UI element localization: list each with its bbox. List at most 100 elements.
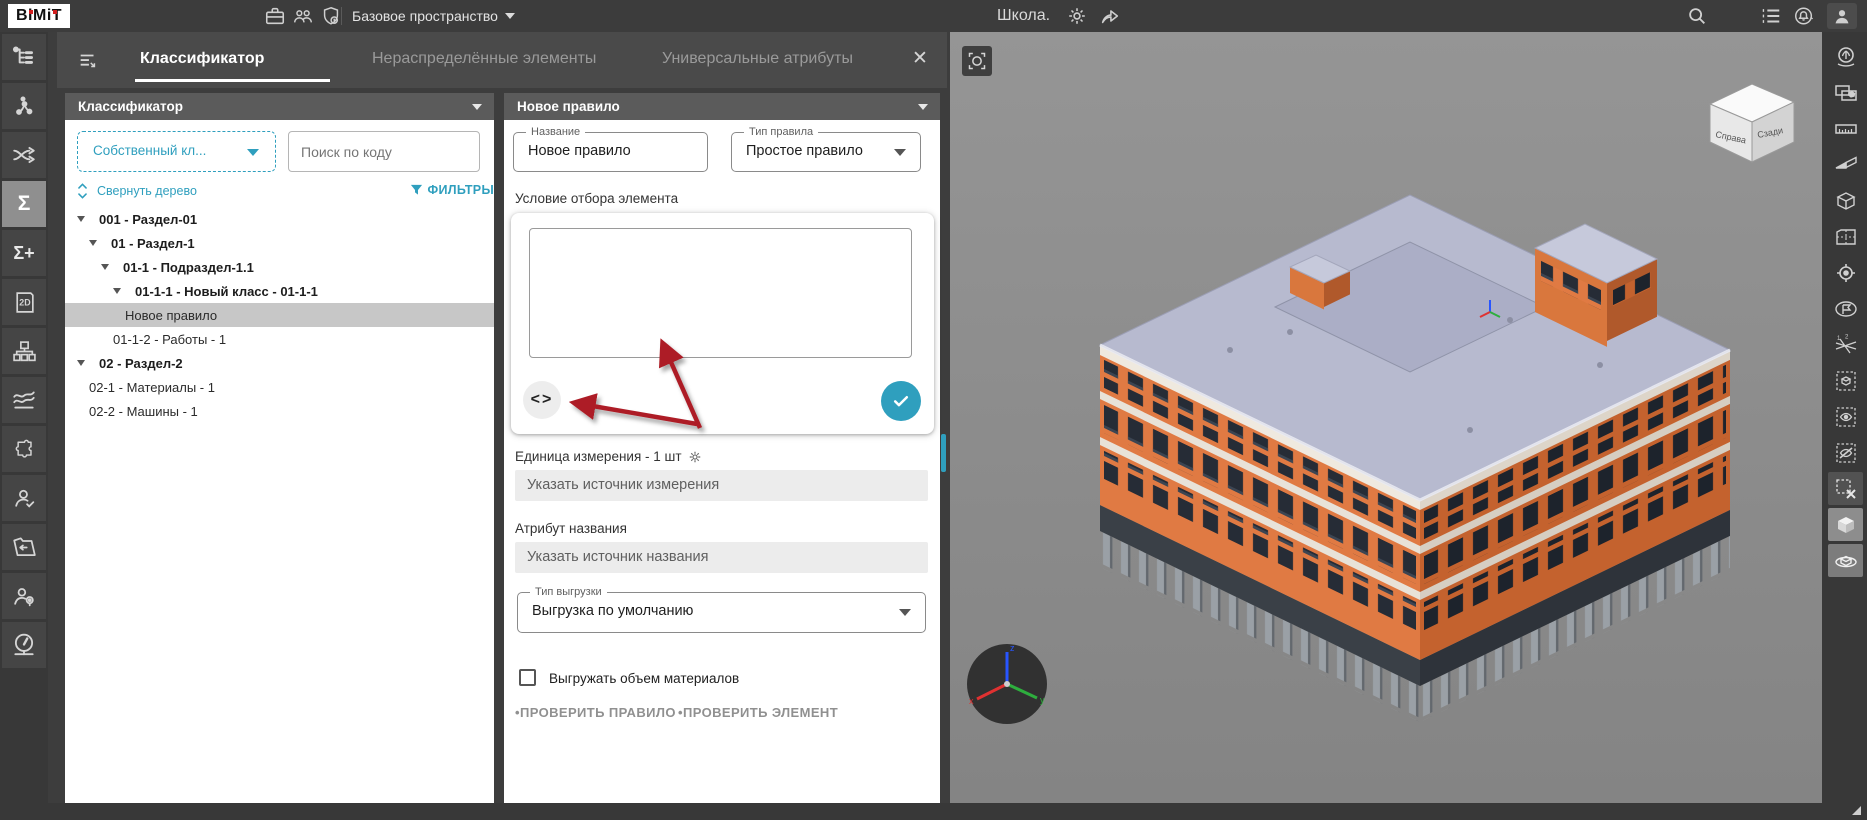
docs-2d-tool[interactable]: 2D <box>2 279 46 325</box>
account-button[interactable] <box>1827 3 1857 29</box>
rule-type-select[interactable]: Тип правила Простое правило <box>731 126 921 172</box>
search-icon[interactable] <box>1686 5 1708 27</box>
upload-type-select[interactable]: Тип выгрузки Выгрузка по умолчанию <box>517 586 926 633</box>
tree-item[interactable]: 01-1-2 - Работы - 1 <box>65 327 494 351</box>
user-approvals-tool[interactable] <box>2 475 46 521</box>
collapse-tree-button[interactable]: Свернуть дерево <box>77 183 197 199</box>
section-box-tool[interactable] <box>1828 184 1863 217</box>
check-rule-label: ПРОВЕРИТЬ ПРАВИЛО <box>519 705 676 720</box>
filters-button[interactable]: ФИЛЬТРЫ <box>410 183 494 197</box>
check-element-button[interactable]: •ПРОВЕРИТЬ ЭЛЕМЕНТ <box>678 705 838 720</box>
tree-item[interactable]: 01-1 - Подраздел-1.1 <box>65 255 494 279</box>
tree-item[interactable]: 02-2 - Машины - 1 <box>65 399 494 423</box>
user-locations-tool[interactable] <box>2 573 46 619</box>
structure-tool[interactable] <box>2 328 46 374</box>
plugins-tool[interactable] <box>2 426 46 472</box>
tree-item[interactable]: 01-1-1 - Новый класс - 01-1-1 <box>65 279 494 303</box>
tab-classifier[interactable]: Классификатор <box>140 50 264 68</box>
condition-card: <> <box>511 213 934 434</box>
viewport-3d[interactable]: Справа Сзади x y z <box>950 32 1822 803</box>
rule-type-label: Тип правила <box>744 126 819 138</box>
tree-caret-icon[interactable] <box>77 216 85 222</box>
account-person-icon <box>1835 10 1849 24</box>
list-icon[interactable] <box>1760 5 1782 27</box>
fit-view-button[interactable] <box>962 46 992 76</box>
code-search-input[interactable] <box>288 131 480 172</box>
show-tool[interactable] <box>1828 400 1863 433</box>
tree-item-label: 02-2 - Машины - 1 <box>89 403 198 419</box>
hide-tool[interactable] <box>1828 436 1863 469</box>
estimates-plus-tool[interactable]: Σ+ <box>2 230 46 276</box>
focus-tool[interactable] <box>1828 256 1863 289</box>
own-classifier-caret-icon <box>247 149 259 156</box>
user-pin-icon <box>13 587 34 606</box>
rule-name-value: Новое правило <box>528 143 631 159</box>
model-tree-tool[interactable] <box>2 34 46 80</box>
check-rule-button[interactable]: •ПРОВЕРИТЬ ПРАВИЛО <box>515 705 676 720</box>
panel-menu-icon[interactable] <box>77 50 99 72</box>
mapping-tool[interactable] <box>2 132 46 178</box>
measure-tool[interactable] <box>1828 112 1863 145</box>
tree-item[interactable]: 02 - Раздел-2 <box>65 351 494 375</box>
orbit-cube-icon <box>1834 555 1857 567</box>
tree-caret-icon[interactable] <box>89 240 97 246</box>
condition-textarea[interactable] <box>529 228 912 358</box>
own-classifier-dropdown[interactable]: Собственный кл... <box>77 131 276 172</box>
tree-caret-icon[interactable] <box>113 288 121 294</box>
classifier-panel-header[interactable]: Классификатор <box>65 93 494 120</box>
panel-close-button[interactable]: ✕ <box>912 47 928 70</box>
shield-history-icon[interactable] <box>320 5 342 27</box>
viewpoint-tool[interactable] <box>1828 292 1863 325</box>
select-elements-tool[interactable] <box>1828 76 1863 109</box>
condition-section-label: Условие отбора элемента <box>515 191 679 206</box>
orbit-tool[interactable] <box>1828 40 1863 73</box>
confirm-condition-button[interactable] <box>881 381 921 421</box>
clear-selection-tool[interactable] <box>1828 472 1863 505</box>
building-model-canvas[interactable]: Справа Сзади x y z <box>950 32 1822 803</box>
code-editor-button[interactable]: <> <box>523 381 561 419</box>
tree-item[interactable]: 02-1 - Материалы - 1 <box>65 375 494 399</box>
dynamics-tool[interactable] <box>2 377 46 423</box>
estimates-tool-active[interactable]: Σ <box>2 181 46 227</box>
tab-unallocated[interactable]: Нераспределённые элементы <box>372 50 596 68</box>
resize-grip[interactable] <box>1852 806 1861 815</box>
check-element-label: ПРОВЕРИТЬ ЭЛЕМЕНТ <box>682 705 839 720</box>
orbit-mode-tool[interactable] <box>1828 544 1863 577</box>
unit-settings-gear-icon[interactable] <box>688 450 702 464</box>
export-tool[interactable] <box>2 524 46 570</box>
axis-x-label: x <box>969 696 974 706</box>
name-source-field[interactable]: Указать источник названия <box>515 542 928 573</box>
section-plane-tool[interactable] <box>1828 148 1863 181</box>
measure-source-field[interactable]: Указать источник измерения <box>515 470 928 501</box>
tree-item-label: 01-1-2 - Работы - 1 <box>113 331 227 347</box>
grid-axes-tool[interactable]: 12 <box>1828 328 1863 361</box>
check-icon <box>893 396 909 407</box>
floorplan-tool[interactable] <box>1828 220 1863 253</box>
rule-name-field[interactable]: Название Новое правило <box>513 126 708 172</box>
projects-briefcase-icon[interactable] <box>264 5 286 27</box>
team-icon[interactable] <box>292 5 314 27</box>
volume-checkbox[interactable] <box>519 669 536 686</box>
notifications-bell-icon[interactable] <box>1793 5 1815 27</box>
workspace-caret-icon[interactable] <box>505 13 515 19</box>
isolate-tool[interactable] <box>1828 364 1863 397</box>
relations-tool[interactable] <box>2 83 46 129</box>
tab-universal[interactable]: Универсальные атрибуты <box>662 50 853 68</box>
tree-caret-icon[interactable] <box>101 264 109 270</box>
tree-caret-icon[interactable] <box>77 360 85 366</box>
tree-item[interactable]: 001 - Раздел-01 <box>65 207 494 231</box>
rule-panel-header[interactable]: Новое правило <box>504 93 940 120</box>
tree-item-label: 01-1-1 - Новый класс - 01-1-1 <box>135 283 318 299</box>
sigma-plus-icon: Σ+ <box>13 242 35 263</box>
tree-item[interactable]: Новое правило <box>65 303 494 327</box>
share-icon[interactable] <box>1099 5 1121 27</box>
tree-item[interactable]: 01 - Раздел-1 <box>65 231 494 255</box>
app-logo[interactable]: BiMiT <box>8 4 71 28</box>
panel-scrollbar-thumb[interactable] <box>941 434 946 472</box>
workspace-selector[interactable]: Базовое пространство <box>352 8 498 24</box>
upload-type-label: Тип выгрузки <box>530 586 607 598</box>
logo-red-dot <box>53 10 57 14</box>
dashboard-tool[interactable] <box>2 622 46 668</box>
settings-gear-icon[interactable] <box>1066 5 1088 27</box>
shaded-view-tool[interactable] <box>1828 508 1863 541</box>
